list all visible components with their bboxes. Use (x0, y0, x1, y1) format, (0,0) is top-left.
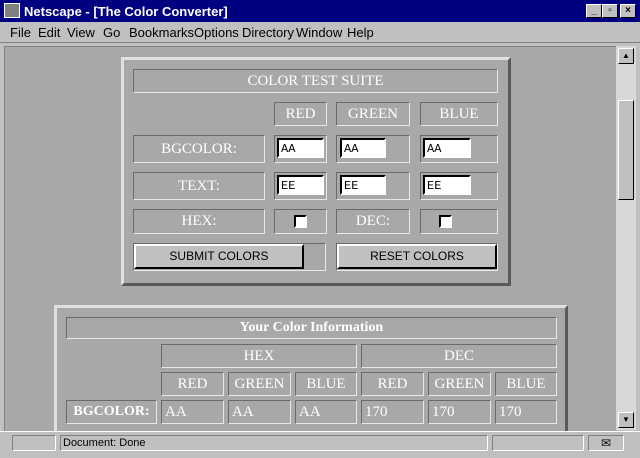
info-hex-blue-header: BLUE (295, 372, 357, 396)
info-dec-red-header: RED (361, 372, 424, 396)
info-hex-blue-value: AA (295, 400, 357, 424)
reset-colors-button[interactable]: RESET COLORS (337, 244, 497, 269)
color-info-panel: Your Color Information HEX DEC RED GREEN… (54, 305, 568, 431)
info-hex-green-header: GREEN (228, 372, 291, 396)
menu-file[interactable]: File (10, 25, 31, 40)
info-dec-blue-value: 170 (495, 400, 557, 424)
info-dec-green-value: 170 (428, 400, 491, 424)
menu-edit[interactable]: Edit (38, 25, 60, 40)
vertical-scrollbar[interactable]: ▲ ▼ (616, 46, 636, 430)
text-green-input[interactable]: EE (340, 175, 386, 195)
dec-header: DEC (361, 344, 557, 368)
menu-help[interactable]: Help (347, 25, 374, 40)
bg-red-input[interactable]: AA (277, 138, 324, 158)
page-viewport: COLOR TEST SUITE RED GREEN BLUE BGCOLOR:… (4, 46, 617, 431)
security-key-icon[interactable] (12, 435, 56, 451)
menu-bookmarks[interactable]: Bookmarks (129, 25, 194, 40)
dec-checkbox[interactable] (439, 215, 452, 228)
menu-directory[interactable]: Directory (242, 25, 294, 40)
col-red-header: RED (274, 102, 327, 126)
menu-options[interactable]: Options (194, 25, 239, 40)
col-green-header: GREEN (336, 102, 410, 126)
text-red-input[interactable]: EE (277, 175, 324, 195)
netscape-logo-icon[interactable] (4, 3, 20, 18)
menu-window[interactable]: Window (296, 25, 342, 40)
menu-view[interactable]: View (67, 25, 95, 40)
hex-checkbox[interactable] (294, 215, 307, 228)
info-hex-red-header: RED (161, 372, 224, 396)
info-hex-red-value: AA (161, 400, 224, 424)
progress-field (492, 435, 584, 451)
scroll-down-icon[interactable]: ▼ (618, 412, 634, 428)
color-test-panel: COLOR TEST SUITE RED GREEN BLUE BGCOLOR:… (121, 57, 511, 286)
hex-label: HEX: (133, 209, 265, 234)
form-title: COLOR TEST SUITE (133, 69, 498, 93)
info-title: Your Color Information (66, 317, 557, 339)
scroll-thumb[interactable] (618, 100, 634, 200)
text-blue-input[interactable]: EE (423, 175, 471, 195)
bg-blue-input[interactable]: AA (423, 138, 471, 158)
text-label: TEXT: (133, 172, 265, 200)
scroll-up-icon[interactable]: ▲ (618, 48, 634, 64)
close-icon[interactable]: × (620, 4, 636, 18)
info-dec-green-header: GREEN (428, 372, 491, 396)
submit-colors-button[interactable]: SUBMIT COLORS (134, 244, 304, 269)
maximize-icon[interactable]: ▫ (602, 4, 618, 18)
info-dec-blue-header: BLUE (495, 372, 557, 396)
info-hex-green-value: AA (228, 400, 291, 424)
window-title: Netscape - [The Color Converter] (24, 4, 228, 19)
bg-green-input[interactable]: AA (340, 138, 386, 158)
status-bar: Document: Done ✉ (0, 431, 640, 458)
mail-icon[interactable]: ✉ (588, 435, 624, 451)
hex-header: HEX (161, 344, 357, 368)
menu-go[interactable]: Go (103, 25, 120, 40)
dec-label: DEC: (336, 209, 410, 234)
info-bgcolor-label: BGCOLOR: (66, 400, 157, 424)
bgcolor-label: BGCOLOR: (133, 135, 265, 163)
dec-checkbox-cell (420, 209, 498, 234)
minimize-icon[interactable]: _ (586, 4, 602, 18)
status-text: Document: Done (60, 435, 488, 451)
title-bar: Netscape - [The Color Converter] _ ▫ × (0, 0, 640, 22)
info-dec-red-value: 170 (361, 400, 424, 424)
menu-bar: File Edit View Go Bookmarks Options Dire… (0, 22, 640, 43)
col-blue-header: BLUE (420, 102, 498, 126)
